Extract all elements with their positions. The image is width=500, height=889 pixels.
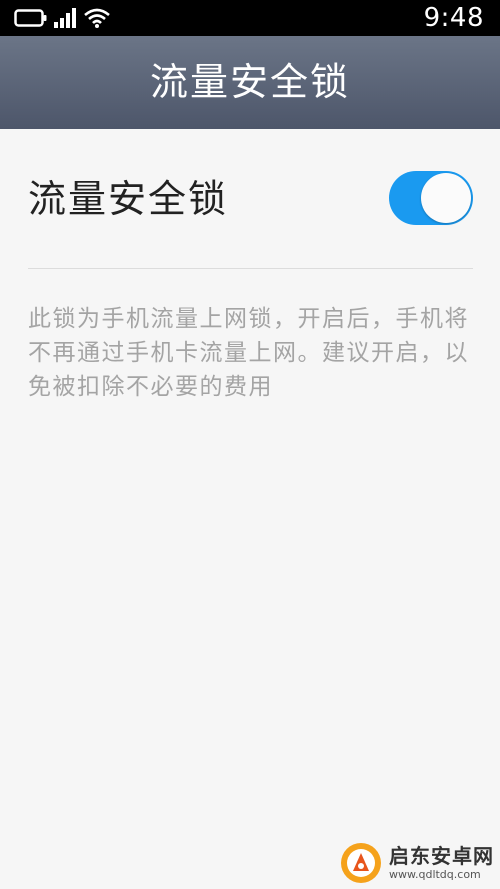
battery-icon — [14, 9, 47, 27]
toggle-knob — [421, 173, 471, 223]
wifi-icon — [84, 8, 110, 28]
traffic-lock-toggle[interactable] — [389, 171, 473, 225]
watermark-text: 启东安卓网 www.qdltdq.com — [389, 846, 494, 880]
watermark-url: www.qdltdq.com — [389, 868, 481, 881]
status-icons — [14, 7, 110, 29]
watermark-logo-icon — [341, 843, 381, 883]
setting-label: 流量安全锁 — [28, 177, 229, 221]
divider — [28, 268, 473, 269]
page-title: 流量安全锁 — [149, 60, 350, 104]
watermark: 启东安卓网 www.qdltdq.com — [339, 841, 494, 885]
signal-icon — [54, 8, 76, 28]
watermark-title: 启东安卓网 — [389, 844, 494, 868]
setting-row-traffic-lock: 流量安全锁 — [0, 129, 500, 269]
setting-description: 此锁为手机流量上网锁，开启后，手机将不再通过手机卡流量上网。建议开启，以免被扣除… — [28, 306, 469, 400]
status-time: 9:48 — [423, 3, 484, 33]
title-bar: 流量安全锁 — [0, 36, 500, 129]
status-bar: 9:48 — [0, 0, 500, 36]
